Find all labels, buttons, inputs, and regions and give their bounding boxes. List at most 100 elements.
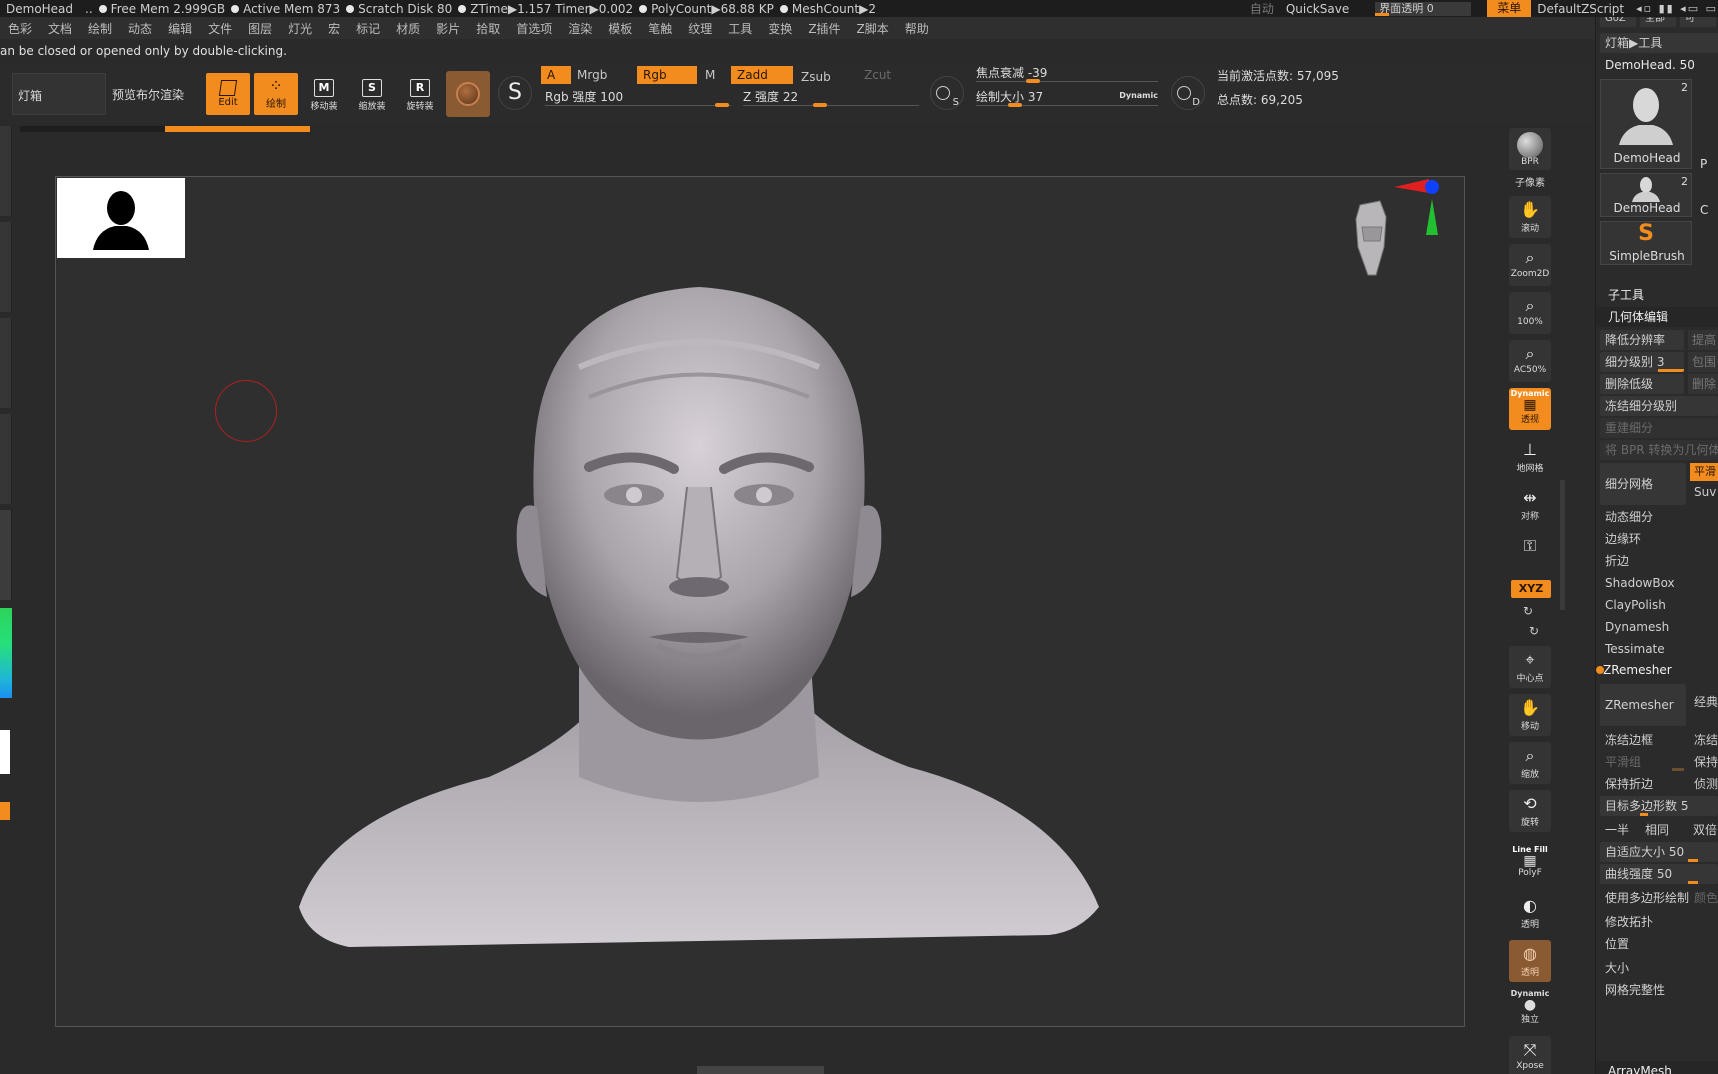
current-tool-name[interactable]: DemoHead. 50: [1600, 55, 1718, 75]
demohead-sculpt[interactable]: [289, 257, 1109, 1027]
lower-res-button[interactable]: 降低分辨率: [1600, 330, 1684, 350]
menu-edit[interactable]: 编辑: [160, 20, 200, 37]
bpr-button[interactable]: BPR: [1509, 128, 1551, 170]
symmetry-button[interactable]: ⇹ 对称: [1509, 484, 1551, 526]
smooth-toggle[interactable]: 平滑: [1690, 463, 1718, 481]
edit-button[interactable]: Edit: [206, 73, 250, 115]
xyz-button[interactable]: XYZ: [1511, 580, 1551, 598]
tool-thumb-demohead-1[interactable]: 2 DemoHead: [1600, 79, 1692, 169]
freeze-sdiv-button[interactable]: 冻结细分级别: [1600, 396, 1718, 416]
brush-alpha-button[interactable]: S: [498, 76, 532, 110]
rotate-button[interactable]: ⟲ 旋转: [1509, 790, 1551, 832]
xpose-button[interactable]: ⤧ Xpose: [1509, 1036, 1551, 1074]
use-polypaint-toggle[interactable]: 使用多边形绘制: [1600, 888, 1690, 908]
edge-loop-section[interactable]: 边缘环: [1600, 529, 1718, 549]
left-tray-block[interactable]: [0, 222, 12, 312]
menu-color[interactable]: 色彩: [0, 20, 40, 37]
size-section[interactable]: 大小: [1600, 958, 1718, 978]
default-zscript-button[interactable]: DefaultZScript: [1537, 2, 1624, 16]
floor-button[interactable]: ⊥ 地网格: [1509, 436, 1551, 478]
subtool-section[interactable]: 子工具: [1596, 285, 1718, 305]
tool-thumb-demohead-2[interactable]: 2 DemoHead: [1600, 173, 1692, 217]
menu-transform[interactable]: 变换: [760, 20, 800, 37]
color-picker-strip[interactable]: [0, 608, 12, 698]
reconstruct-subdiv-button[interactable]: 重建细分: [1600, 418, 1718, 438]
freeze-groups-toggle[interactable]: 冻结: [1694, 730, 1718, 750]
geometry-section[interactable]: 几何体编辑: [1596, 307, 1718, 327]
zadd-toggle[interactable]: Zadd: [731, 66, 793, 84]
menu-texture[interactable]: 纹理: [680, 20, 720, 37]
menu-movie[interactable]: 影片: [428, 20, 468, 37]
menu-light[interactable]: 灯光: [280, 20, 320, 37]
all-button[interactable]: 全部: [1640, 17, 1676, 27]
menu-marker[interactable]: 标记: [348, 20, 388, 37]
mesh-integrity-section[interactable]: 网格完整性: [1600, 980, 1718, 1000]
menu-zscript[interactable]: Z脚本: [849, 20, 897, 37]
lightbox-button[interactable]: 灯箱: [12, 73, 106, 115]
transp-button[interactable]: ◐ 透明: [1509, 892, 1551, 934]
left-tray-block[interactable]: [0, 414, 12, 504]
draw-size-slider[interactable]: 绘制大小 37 Dynamic: [976, 88, 1158, 107]
delete-higher-button[interactable]: 删除: [1688, 374, 1718, 394]
menu-layer[interactable]: 图层: [240, 20, 280, 37]
target-polycount-slider[interactable]: 目标多边形数 5: [1600, 796, 1718, 816]
zremesher-button[interactable]: ZRemesher: [1600, 684, 1686, 726]
center-point-button[interactable]: ⌖ 中心点: [1509, 646, 1551, 688]
dynamic-subdiv-section[interactable]: 动态细分: [1600, 507, 1718, 527]
visible-button[interactable]: 可: [1680, 17, 1716, 27]
z-intensity-slider[interactable]: Z 强度 22: [743, 88, 919, 107]
zoom2d-button[interactable]: ⌕ Zoom2D: [1509, 244, 1551, 286]
scale-mode-button[interactable]: S 缩放装: [352, 73, 392, 115]
bpr-preview-button[interactable]: 预览布尔渲染: [112, 86, 184, 103]
arraymesh-section[interactable]: ArrayMesh: [1596, 1061, 1718, 1074]
cage-button[interactable]: 包围: [1688, 352, 1718, 372]
menu-material[interactable]: 材质: [388, 20, 428, 37]
suv-toggle[interactable]: Suv: [1694, 485, 1716, 499]
crease-section[interactable]: 折边: [1600, 551, 1718, 571]
position-section[interactable]: 位置: [1600, 934, 1718, 954]
delete-lower-button[interactable]: 删除低级: [1600, 374, 1684, 394]
goz-button[interactable]: GoZ: [1600, 17, 1636, 27]
lightbox-tools-button[interactable]: 灯箱▶工具: [1600, 33, 1718, 53]
move-mode-button[interactable]: M 移动装: [304, 73, 344, 115]
rotate-y-icon[interactable]: ↻: [1523, 604, 1533, 618]
double-button[interactable]: 双倍: [1688, 820, 1718, 840]
modify-topology-section[interactable]: 修改拓扑: [1600, 912, 1718, 932]
rgb-toggle[interactable]: Rgb: [637, 66, 697, 84]
menu-tool[interactable]: 工具: [720, 20, 760, 37]
perspective-button[interactable]: Dynamic ▦ 透视: [1509, 388, 1551, 430]
thumbnail-navigator[interactable]: [57, 178, 185, 258]
ac50-button[interactable]: ⌕ AC50%: [1509, 340, 1551, 382]
menu-file[interactable]: 文件: [200, 20, 240, 37]
menu-macro[interactable]: 宏: [320, 20, 348, 37]
menu-movie-dynamics[interactable]: 动态: [120, 20, 160, 37]
tab-active[interactable]: [165, 126, 310, 132]
local-button[interactable]: ⚿: [1509, 532, 1551, 574]
menus-button[interactable]: 菜单: [1487, 0, 1532, 17]
menu-zplugin[interactable]: Z插件: [800, 20, 848, 37]
curve-strength-slider[interactable]: 曲线强度 50: [1600, 864, 1718, 884]
smooth-groups-slider[interactable]: 平滑组: [1600, 752, 1686, 772]
dynamesh-section[interactable]: Dynamesh: [1600, 617, 1718, 637]
draw-button[interactable]: ⁘ 绘制: [254, 73, 298, 115]
zoom100-button[interactable]: ⌕ 100%: [1509, 292, 1551, 334]
left-tray-block[interactable]: [0, 510, 12, 600]
a-toggle[interactable]: A: [541, 66, 571, 84]
legacy-toggle[interactable]: 经典: [1694, 693, 1718, 710]
menu-picker[interactable]: 拾取: [468, 20, 508, 37]
menu-preferences[interactable]: 首选项: [508, 20, 560, 37]
orientation-gizmo[interactable]: [1346, 177, 1446, 307]
keep-creases-toggle[interactable]: 保持折边: [1600, 774, 1686, 794]
zsub-toggle[interactable]: Zsub: [795, 68, 855, 86]
secondary-color-swatch[interactable]: [0, 802, 10, 820]
zcut-toggle[interactable]: Zcut: [858, 66, 918, 84]
color-toggle[interactable]: 颜色: [1694, 888, 1718, 908]
main-color-swatch[interactable]: [0, 730, 10, 774]
menu-stencil[interactable]: 模板: [600, 20, 640, 37]
claypolish-section[interactable]: ClayPolish: [1600, 595, 1718, 615]
rotate-z-icon[interactable]: ↻: [1529, 624, 1539, 638]
bpr-to-geo-button[interactable]: 将 BPR 转换为几何体: [1600, 440, 1718, 460]
dynamic-size-label[interactable]: Dynamic: [1119, 91, 1158, 100]
quicksave-button[interactable]: QuickSave: [1286, 2, 1349, 16]
m-toggle[interactable]: M: [699, 66, 729, 84]
